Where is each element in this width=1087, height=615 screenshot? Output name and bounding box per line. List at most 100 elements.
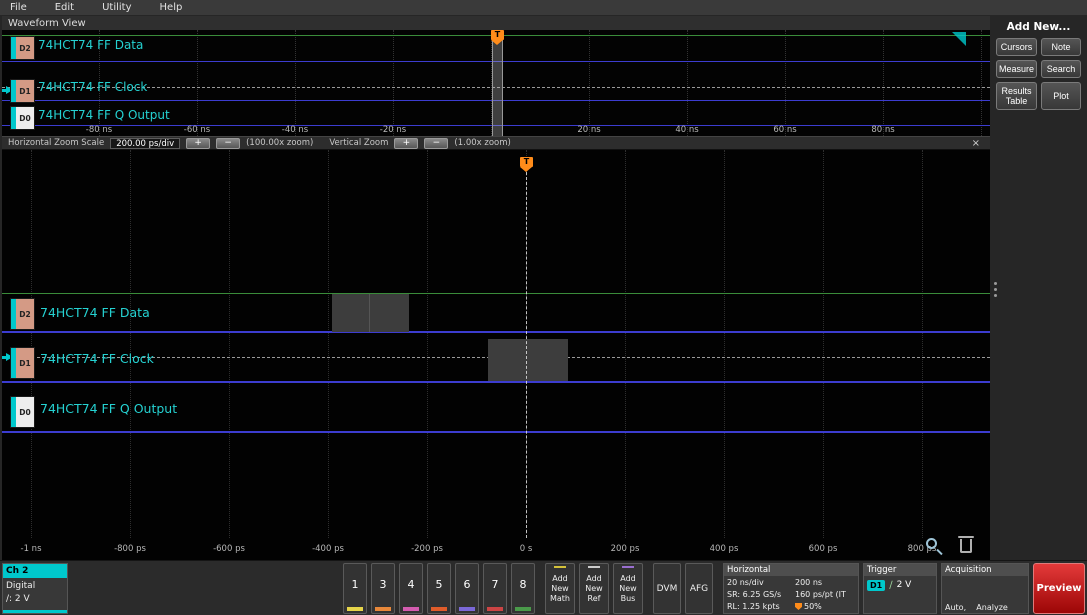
channel-badge-d0[interactable]: D0 (10, 396, 35, 428)
v-zoom-in-button[interactable]: + (394, 137, 419, 149)
channel-badge-d2[interactable]: D2 (10, 298, 35, 330)
channel-5-label: 5 (435, 578, 443, 591)
results-table-button[interactable]: Results Table (996, 82, 1038, 110)
delete-icon[interactable] (958, 536, 974, 556)
trigger-position-flag[interactable]: T (491, 30, 504, 45)
add-bus-line3: Bus (620, 593, 636, 603)
trigger-position-flag[interactable]: T (520, 157, 533, 172)
overview-axis-label: 40 ns (675, 125, 699, 135)
overview-axis-label: -40 ns (281, 125, 309, 135)
trigger-level: 2 V (896, 580, 912, 590)
channel-3-label: 3 (379, 578, 387, 591)
channel-4-button[interactable]: 4 (399, 563, 423, 614)
measure-button[interactable]: Measure (996, 60, 1038, 78)
h-zoom-scale-value[interactable]: 200.00 ps/div (110, 137, 181, 149)
channel-5-color-strip (431, 607, 447, 611)
overview-axis-label: -20 ns (379, 125, 407, 135)
bottom-controls: 1 3 4 5 6 7 8 Add New Math Add New Ref A… (343, 563, 1085, 614)
panel-drag-handle[interactable] (994, 282, 997, 285)
trigger-slope-icon: ∕ (889, 580, 893, 591)
channel-label-q-output[interactable]: 74HCT74 FF Q Output (38, 108, 170, 122)
grid-line (427, 150, 428, 538)
overview-axis-label: 80 ns (871, 125, 895, 135)
acquisition-panel-body: Auto, Analyze High Res: 12 bits Single: … (942, 576, 1028, 615)
channel-badge-d1[interactable]: D1 (10, 347, 35, 379)
trigger-position-line (526, 172, 527, 538)
channel-5-button[interactable]: 5 (427, 563, 451, 614)
channel-4-label: 4 (407, 578, 415, 591)
main-axis-label: 200 ps (610, 544, 640, 554)
menu-help[interactable]: Help (160, 2, 183, 13)
h-zoom-in-button[interactable]: + (186, 137, 211, 149)
bottom-bar: Ch 2 Digital ∕: 2 V 1 3 4 5 6 7 8 Add Ne… (0, 560, 1087, 615)
channel-badge-d0[interactable]: D0 (10, 106, 35, 130)
ref-color-mark (588, 566, 600, 568)
menu-edit[interactable]: Edit (55, 2, 74, 13)
channel-6-button[interactable]: 6 (455, 563, 479, 614)
search-button[interactable]: Search (1041, 60, 1081, 78)
overview-pane: D2 74HCT74 FF Data D1 74HCT74 FF Clock D… (2, 30, 990, 136)
trace-data-low (2, 331, 990, 333)
add-new-title: Add New... (1006, 21, 1071, 33)
zoom-settings-icon[interactable] (924, 536, 944, 556)
add-bus-line1: Add (620, 573, 636, 583)
dvm-button[interactable]: DVM (653, 563, 681, 614)
zoom-overlay-icon[interactable] (952, 32, 966, 46)
cursors-button[interactable]: Cursors (996, 38, 1038, 56)
channel-label-data[interactable]: 74HCT74 FF Data (38, 38, 143, 52)
add-new-grid: Cursors Note Measure Search Results Tabl… (992, 38, 1085, 110)
preview-button[interactable]: Preview (1033, 563, 1085, 614)
channel-badge-label: D0 (16, 397, 34, 427)
main-axis-label: -200 ps (411, 544, 443, 554)
menu-utility[interactable]: Utility (102, 2, 131, 13)
grid-line (197, 30, 198, 136)
acquisition-panel[interactable]: Acquisition Auto, Analyze High Res: 12 b… (941, 563, 1029, 614)
h-zoom-out-button[interactable]: − (216, 137, 241, 149)
channel-7-button[interactable]: 7 (483, 563, 507, 614)
afg-button[interactable]: AFG (685, 563, 713, 614)
results-sidebar: Add New... Cursors Note Measure Search R… (992, 16, 1085, 560)
channel-3-button[interactable]: 3 (371, 563, 395, 614)
channel-1-button[interactable]: 1 (343, 563, 367, 614)
grid-line (589, 30, 590, 136)
channel-8-button[interactable]: 8 (511, 563, 535, 614)
channel-2-badge[interactable]: Ch 2 Digital ∕: 2 V (2, 563, 68, 614)
channel-badge-d1[interactable]: D1 (10, 79, 35, 103)
channel-badge-label: D2 (16, 37, 34, 59)
trigger-panel[interactable]: Trigger D1 ∕ 2 V (863, 563, 937, 614)
channel-label-clock[interactable]: 74HCT74 FF Clock (40, 351, 154, 366)
add-math-line2: New (551, 583, 569, 593)
plot-button[interactable]: Plot (1041, 82, 1081, 110)
grid-line (785, 30, 786, 136)
waveform-window: Waveform View D2 74HCT74 FF Data D1 74HC… (2, 16, 990, 560)
note-button[interactable]: Note (1041, 38, 1081, 56)
horizontal-window: 200 ns (795, 578, 823, 587)
menu-file[interactable]: File (10, 2, 27, 13)
h-zoom-factor: (100.00x zoom) (246, 138, 314, 148)
horizontal-panel[interactable]: Horizontal 20 ns/div 200 ns SR: 6.25 GS/… (723, 563, 859, 614)
horizontal-resolution: 160 ps/pt (IT (795, 590, 846, 599)
channel-badge-label: D2 (16, 299, 34, 329)
channel-badge-d2[interactable]: D2 (10, 36, 35, 60)
overview-axis-label: -60 ns (183, 125, 211, 135)
v-zoom-out-button[interactable]: − (424, 137, 449, 149)
zoom-window-indicator[interactable] (492, 30, 503, 136)
main-axis-label: -1 ns (20, 544, 42, 554)
add-new-ref-button[interactable]: Add New Ref (579, 563, 609, 614)
grid-line (687, 30, 688, 136)
horizontal-panel-body: 20 ns/div 200 ns SR: 6.25 GS/s 160 ps/pt… (724, 576, 858, 613)
clock-transition-region (488, 339, 568, 381)
add-ref-line2: New (585, 583, 603, 593)
channel-label-q-output[interactable]: 74HCT74 FF Q Output (40, 401, 177, 416)
channel-7-color-strip (487, 607, 503, 611)
overview-axis-label: 20 ns (577, 125, 601, 135)
overview-axis-label: 60 ns (773, 125, 797, 135)
close-zoom-icon[interactable]: × (972, 138, 984, 149)
main-axis-label: -400 ps (312, 544, 344, 554)
channel-label-data[interactable]: 74HCT74 FF Data (40, 305, 150, 320)
channel-label-clock[interactable]: 74HCT74 FF Clock (38, 80, 147, 94)
add-new-math-button[interactable]: Add New Math (545, 563, 575, 614)
add-math-line3: Math (549, 593, 570, 603)
add-new-bus-button[interactable]: Add New Bus (613, 563, 643, 614)
channel-2-info: Digital ∕: 2 V (3, 578, 67, 610)
